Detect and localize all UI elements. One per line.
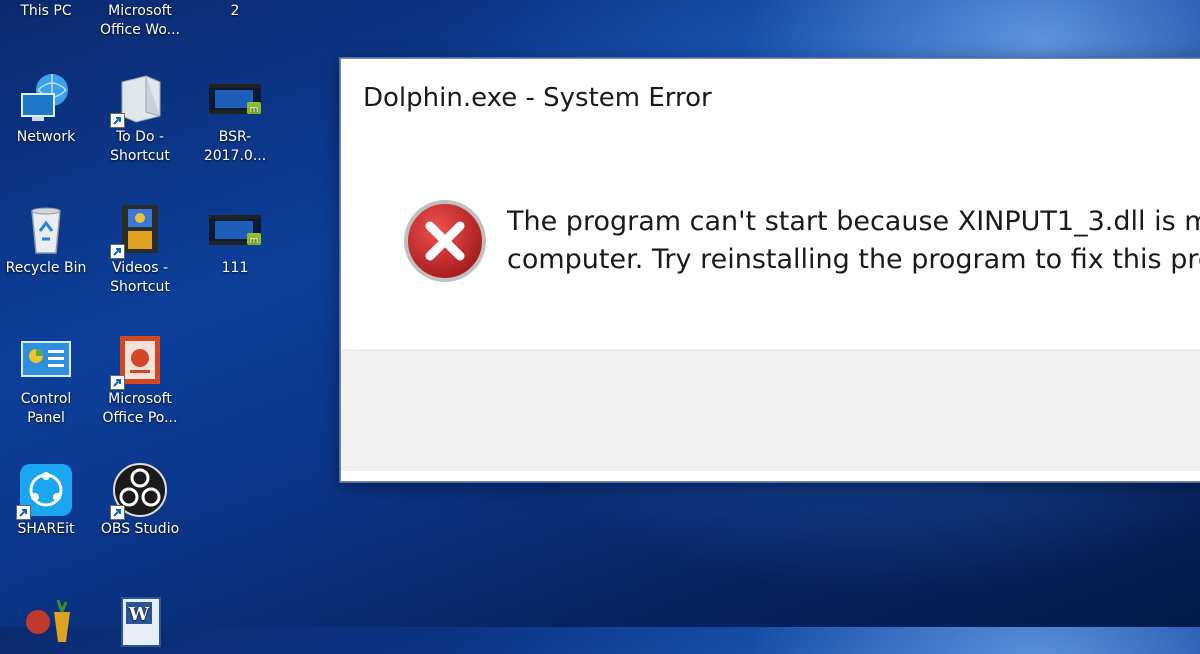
shortcut-arrow-icon	[110, 113, 125, 128]
shareit-icon	[16, 462, 74, 520]
desktop-icon-label: Network	[16, 129, 76, 145]
desktop-icon-label: This PC	[20, 3, 72, 19]
desktop-icon-label: 111	[221, 260, 249, 276]
desktop-icon-todo-shortcut[interactable]: To Do - Shortcut	[94, 70, 186, 166]
desktop-icon-label: Recycle Bin	[5, 260, 87, 276]
shortcut-arrow-icon	[110, 375, 125, 390]
film-strip-icon	[110, 201, 168, 259]
desktop-icon-bsr[interactable]: m BSR-2017.0...	[189, 70, 281, 166]
error-message-line-1: The program can't start because XINPUT1_…	[507, 206, 1200, 237]
system-error-dialog: Dolphin.exe - System Error The program c…	[340, 58, 1200, 482]
shortcut-arrow-icon	[16, 505, 31, 520]
desktop-icon-control-panel[interactable]: Control Panel	[0, 332, 92, 428]
control-panel-icon	[18, 332, 74, 388]
desktop-icon-word-2[interactable]: W	[94, 596, 186, 654]
desktop-icon-2[interactable]: 2	[189, 0, 281, 21]
desktop-icon-label: Microsoft Office Po...	[102, 391, 178, 426]
network-icon	[18, 70, 74, 126]
svg-text:m: m	[250, 105, 259, 115]
error-icon	[403, 199, 487, 283]
desktop-icon-label: 2	[230, 3, 240, 19]
desktop-icon-this-pc[interactable]: This PC	[0, 0, 92, 21]
dialog-title: Dolphin.exe - System Error	[363, 83, 712, 113]
error-message: The program can't start because XINPUT1_…	[507, 203, 1200, 279]
word-icon: W	[112, 596, 168, 652]
desktop-icon-label: BSR-2017.0...	[203, 129, 267, 164]
desktop-icon-label: SHAREit	[17, 521, 75, 537]
desktop-icon-recycle-bin[interactable]: Recycle Bin	[0, 201, 92, 278]
powerpoint-icon	[110, 332, 168, 390]
desktop-icon-powerpoint[interactable]: Microsoft Office Po...	[94, 332, 186, 428]
desktop-icon-network[interactable]: Network	[0, 70, 92, 147]
desktop-icon-obs-studio[interactable]: OBS Studio	[94, 462, 186, 539]
svg-text:W: W	[128, 604, 150, 625]
desktop-icon-videos-shortcut[interactable]: Videos - Shortcut	[94, 201, 186, 297]
dialog-button-area	[341, 349, 1200, 471]
video-file-icon: m	[207, 70, 263, 126]
error-message-line-2: computer. Try reinstalling the program t…	[507, 244, 1200, 275]
desktop-icon-label: OBS Studio	[100, 521, 180, 537]
desktop-icon-label: Control Panel	[20, 391, 72, 426]
desktop-icon-game[interactable]	[0, 592, 92, 650]
svg-text:m: m	[250, 236, 259, 246]
recycle-bin-icon	[18, 201, 74, 257]
obs-icon	[110, 462, 168, 520]
game-icon	[18, 592, 74, 648]
shortcut-arrow-icon	[110, 244, 125, 259]
desktop-icon-label: To Do - Shortcut	[110, 129, 170, 164]
desktop-icon-word[interactable]: Microsoft Office Wo...	[94, 0, 186, 40]
desktop-icon-111[interactable]: m 111	[189, 201, 281, 278]
shortcut-arrow-icon	[110, 505, 125, 520]
video-file-icon: m	[207, 201, 263, 257]
desktop-icon-label: Videos - Shortcut	[110, 260, 170, 295]
desktop-icon-label: Microsoft Office Wo...	[99, 3, 180, 38]
folder-icon	[110, 70, 168, 128]
desktop-icon-shareit[interactable]: SHAREit	[0, 462, 92, 539]
